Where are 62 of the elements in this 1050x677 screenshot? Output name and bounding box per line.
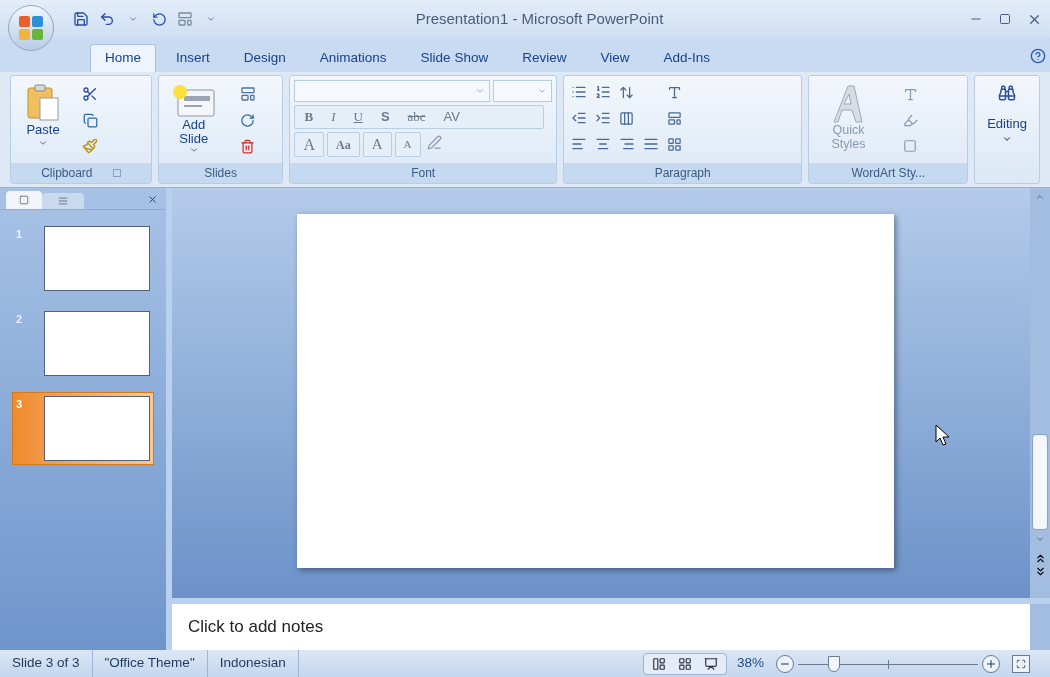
- zoom-level[interactable]: 38%: [736, 653, 764, 674]
- slide-number: 3: [16, 397, 24, 412]
- vertical-scrollbar[interactable]: [1030, 188, 1050, 598]
- font-format-button[interactable]: U: [344, 106, 372, 128]
- slide-thumbnail-row[interactable]: 3: [12, 392, 154, 465]
- zoom-slider-track[interactable]: [798, 653, 978, 674]
- add-slide-button[interactable]: Add Slide: [162, 80, 225, 156]
- group-label: Slides: [204, 167, 237, 179]
- window-title: Presentation1 - Microsoft PowerPoint: [415, 8, 664, 29]
- ribbon-tab[interactable]: Animations: [305, 44, 401, 72]
- group-label: WordArt Sty...: [851, 167, 926, 179]
- notes-field[interactable]: Click to add notes: [172, 604, 1030, 650]
- office-logo-icon: [18, 15, 44, 41]
- ribbon-tab[interactable]: Home: [90, 44, 156, 72]
- zoom-slider-thumb[interactable]: [828, 655, 840, 672]
- slide-icon: [19, 195, 29, 205]
- slide-number: 2: [16, 312, 24, 327]
- font-format-button[interactable]: S: [371, 106, 399, 128]
- mouse-pointer-icon: [935, 424, 951, 446]
- font-format-button[interactable]: B: [295, 106, 323, 128]
- ribbon-tab[interactable]: Review: [508, 44, 581, 72]
- slide-thumbnail[interactable]: [43, 396, 150, 461]
- slide-number: 1: [16, 227, 24, 242]
- font-style-button[interactable]: A: [294, 132, 325, 157]
- ribbon-tab[interactable]: Design: [229, 44, 300, 72]
- slides-tab[interactable]: [6, 191, 42, 209]
- fit-to-window-icon[interactable]: [1012, 654, 1030, 673]
- font-style-button[interactable]: Aa: [327, 132, 360, 157]
- ribbon-tab[interactable]: Slide Show: [406, 44, 503, 72]
- group-label: Clipboard: [41, 167, 93, 179]
- status-item: Slide 3 of 3: [0, 650, 93, 677]
- font-format-button[interactable]: abc: [398, 106, 435, 128]
- group-label: Font: [411, 167, 436, 179]
- group-label: Paragraph: [654, 167, 711, 179]
- font-name-field[interactable]: [294, 80, 491, 102]
- font-style-button[interactable]: A: [362, 132, 392, 157]
- font-size-field[interactable]: [493, 80, 552, 102]
- status-item: Indonesian: [207, 650, 299, 677]
- maximize-icon[interactable]: [999, 13, 1011, 25]
- clipboard-icon: [26, 84, 60, 122]
- ribbon-tab[interactable]: Add-Ins: [649, 44, 724, 72]
- zoom-out-icon[interactable]: [776, 654, 794, 673]
- ribbon-tab[interactable]: Insert: [162, 44, 224, 72]
- font-style-button[interactable]: A: [394, 132, 421, 157]
- zoom-in-icon[interactable]: [982, 654, 1000, 673]
- slide-thumbnail[interactable]: [43, 226, 150, 291]
- font-format-button[interactable]: AV: [434, 106, 469, 128]
- new-slide-icon: [171, 84, 216, 118]
- ribbon-tab[interactable]: View: [586, 44, 644, 72]
- outline-icon: [58, 196, 68, 206]
- help-icon[interactable]: [1030, 48, 1046, 64]
- editing-button[interactable]: Editing: [987, 114, 1027, 134]
- office-button[interactable]: [8, 5, 54, 51]
- scroll-thumb[interactable]: [1032, 434, 1048, 530]
- font-format-button[interactable]: I: [322, 106, 345, 128]
- paste-button[interactable]: Paste: [15, 80, 71, 149]
- binoculars-icon[interactable]: [998, 84, 1017, 102]
- close-icon[interactable]: [147, 194, 158, 205]
- status-item: "Office Theme": [92, 650, 208, 677]
- slide-thumbnail[interactable]: [43, 311, 150, 376]
- quick-styles-button[interactable]: Quick Styles: [813, 80, 884, 152]
- notes-scrollbar[interactable]: [1030, 604, 1050, 650]
